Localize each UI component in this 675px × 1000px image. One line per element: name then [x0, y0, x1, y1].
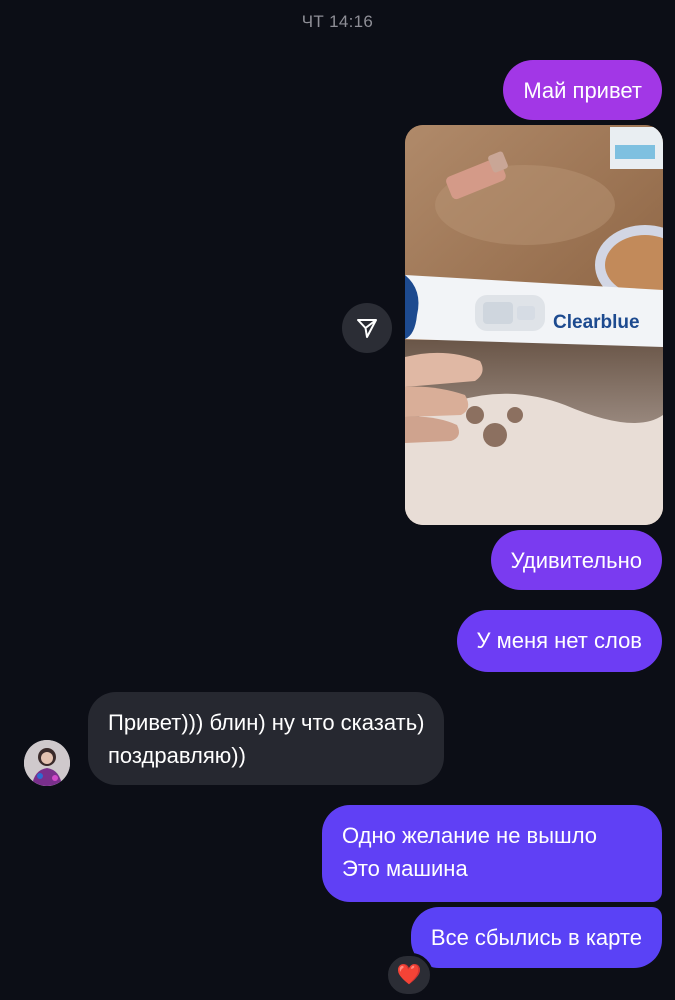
outgoing-message-bubble[interactable]: Май привет — [503, 60, 662, 120]
paper-plane-icon — [357, 319, 377, 338]
contact-avatar[interactable] — [24, 740, 70, 786]
outgoing-message-bubble[interactable]: У меня нет слов — [456, 610, 662, 672]
message-text-line: Одно желание не вышло — [342, 823, 598, 848]
message-text-line: Это машина — [342, 856, 468, 881]
message-text: У меня нет слов — [476, 628, 642, 653]
message-text: Удивительно — [510, 548, 642, 573]
message-timestamp: ЧТ 14:16 — [301, 12, 374, 31]
message-text: Все сбылись в карте — [430, 925, 642, 950]
message-text: Май привет — [523, 78, 642, 103]
clearblue-brand-text: Clearblue — [553, 312, 640, 333]
avatar-image — [24, 740, 70, 786]
outgoing-message-bubble[interactable]: Удивительно — [490, 530, 662, 590]
message-text-line: поздравляю)) — [108, 743, 246, 768]
share-button[interactable] — [342, 303, 392, 353]
message-reaction[interactable]: ❤️ — [385, 953, 433, 997]
outgoing-message-bubble[interactable]: Все сбылись в карте — [410, 907, 662, 968]
image-message[interactable]: Clearblue — [405, 125, 663, 525]
message-text-line: Привет))) блин) ну что сказать) — [108, 710, 425, 735]
incoming-message-bubble[interactable]: Привет))) блин) ну что сказать) поздравл… — [88, 692, 445, 785]
heart-icon: ❤️ — [396, 964, 422, 986]
outgoing-message-bubble[interactable]: Одно желание не вышло Это машина — [322, 805, 662, 902]
pregnancy-test-photo: Clearblue — [405, 125, 663, 525]
